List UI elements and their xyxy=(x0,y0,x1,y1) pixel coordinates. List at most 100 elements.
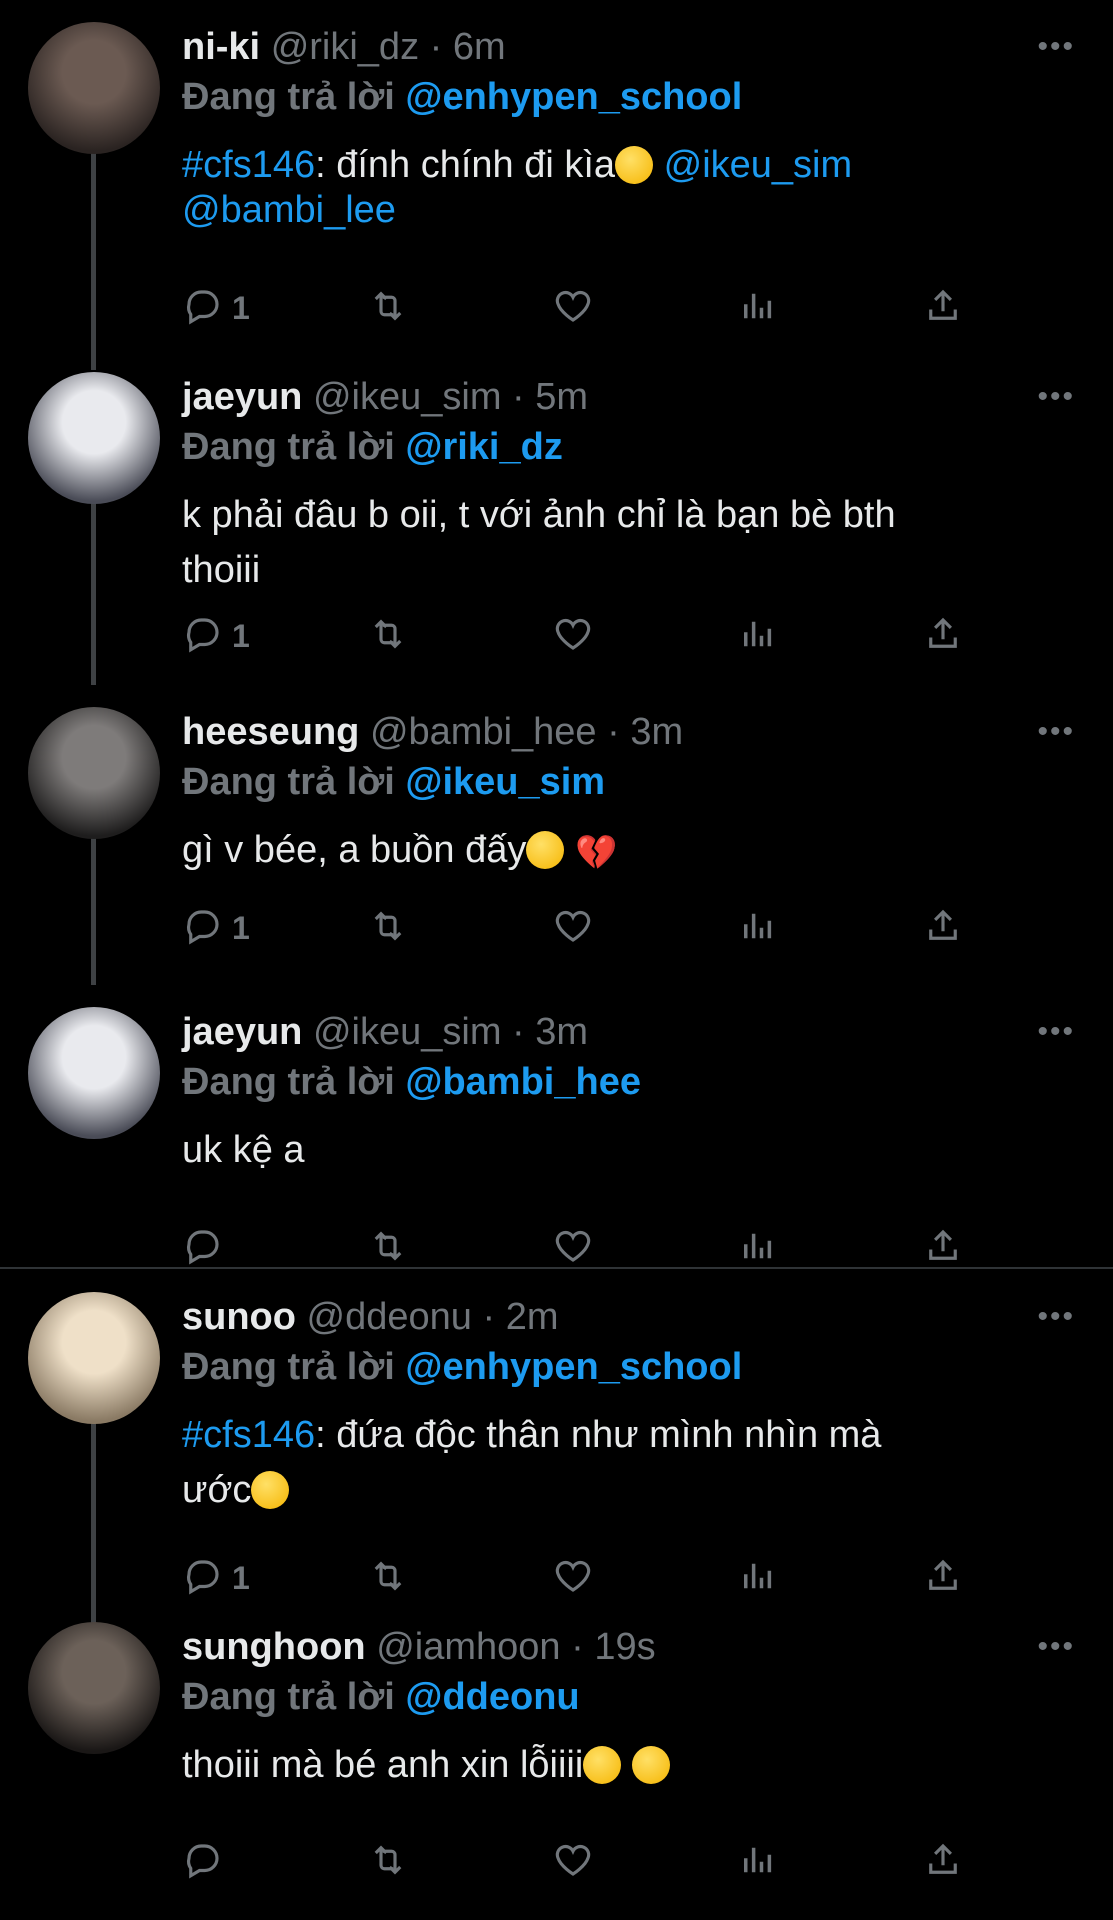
retweet-button[interactable] xyxy=(367,611,409,661)
avatar[interactable] xyxy=(28,1007,160,1139)
tweet-actions xyxy=(182,1837,982,1887)
reply-button[interactable]: 1 xyxy=(182,611,250,661)
retweet-button[interactable] xyxy=(367,1553,409,1603)
thread-connector-line xyxy=(91,1400,96,1630)
retweet-button[interactable] xyxy=(367,1223,409,1273)
more-options-icon[interactable]: ••• xyxy=(1037,1007,1075,1057)
display-name[interactable]: jaeyun xyxy=(182,376,302,418)
tweet-header: sunoo @ddeonu · 2m xyxy=(182,1292,559,1342)
thread-connector-line xyxy=(91,128,96,370)
reply-button[interactable]: 1 xyxy=(182,1553,250,1603)
heart-icon xyxy=(552,613,594,660)
reply-button[interactable]: 1 xyxy=(182,903,250,953)
display-name[interactable]: ni-ki xyxy=(182,26,260,68)
share-button[interactable] xyxy=(922,283,964,333)
avatar[interactable] xyxy=(28,707,160,839)
reply-button[interactable] xyxy=(182,1837,224,1887)
retweet-icon xyxy=(367,1225,409,1272)
timestamp[interactable]: 19s xyxy=(594,1626,655,1668)
more-options-icon[interactable]: ••• xyxy=(1037,707,1075,757)
mention-link[interactable]: @bambi_lee xyxy=(182,189,396,231)
thread-divider xyxy=(0,1267,1113,1269)
views-icon xyxy=(737,1839,779,1886)
tweet-text-line: uk kệ a xyxy=(182,1123,1042,1178)
like-button[interactable] xyxy=(552,903,594,953)
tweet-text-line: thoiii xyxy=(182,543,1042,598)
like-button[interactable] xyxy=(552,1837,594,1887)
replying-to-mention[interactable]: @riki_dz xyxy=(405,426,562,468)
retweet-button[interactable] xyxy=(367,1837,409,1887)
hashtag-link[interactable]: #cfs146 xyxy=(182,1414,315,1456)
user-handle[interactable]: @riki_dz xyxy=(271,26,419,68)
like-button[interactable] xyxy=(552,283,594,333)
user-handle[interactable]: @bambi_hee xyxy=(370,711,597,753)
tweet-text-line: k phải đâu b oii, t với ảnh chỉ là bạn b… xyxy=(182,488,1042,543)
mention-link[interactable]: @ikeu_sim xyxy=(664,144,853,186)
avatar[interactable] xyxy=(28,22,160,154)
display-name[interactable]: heeseung xyxy=(182,711,359,753)
views-button[interactable] xyxy=(737,283,779,333)
display-name[interactable]: sunoo xyxy=(182,1296,296,1338)
like-button[interactable] xyxy=(552,1223,594,1273)
reply-button[interactable]: 1 xyxy=(182,283,250,333)
views-icon xyxy=(737,613,779,660)
more-options-icon[interactable]: ••• xyxy=(1037,22,1075,72)
tweet-text-line: ước xyxy=(182,1463,1042,1518)
replying-to-mention[interactable]: @ikeu_sim xyxy=(405,761,605,803)
tweet-text: uk kệ a xyxy=(182,1123,1042,1178)
views-button[interactable] xyxy=(737,903,779,953)
user-handle[interactable]: @iamhoon xyxy=(376,1626,560,1668)
retweet-icon xyxy=(367,1555,409,1602)
display-name[interactable]: sunghoon xyxy=(182,1626,366,1668)
share-button[interactable] xyxy=(922,903,964,953)
separator-dot: · xyxy=(501,376,536,418)
replying-to-mention[interactable]: @bambi_hee xyxy=(405,1061,641,1103)
more-options-icon[interactable]: ••• xyxy=(1037,372,1075,422)
views-button[interactable] xyxy=(737,1553,779,1603)
replying-to-label: Đang trả lời xyxy=(182,426,406,468)
replying-to-mention[interactable]: @enhypen_school xyxy=(405,76,742,118)
replying-to-label: Đang trả lời xyxy=(182,1346,406,1388)
timestamp[interactable]: 6m xyxy=(453,26,506,68)
replying-to-label: Đang trả lời xyxy=(182,76,406,118)
separator-dot: · xyxy=(596,711,631,753)
timestamp[interactable]: 2m xyxy=(506,1296,559,1338)
user-handle[interactable]: @ikeu_sim xyxy=(313,376,502,418)
replying-to-mention[interactable]: @enhypen_school xyxy=(405,1346,742,1388)
timestamp[interactable]: 3m xyxy=(535,1011,588,1053)
replying-to-line: Đang trả lời @bambi_hee xyxy=(182,1057,641,1107)
user-handle[interactable]: @ikeu_sim xyxy=(313,1011,502,1053)
retweet-button[interactable] xyxy=(367,903,409,953)
like-button[interactable] xyxy=(552,1553,594,1603)
thread-connector-line xyxy=(91,815,96,985)
retweet-icon xyxy=(367,613,409,660)
views-button[interactable] xyxy=(737,1837,779,1887)
more-options-icon[interactable]: ••• xyxy=(1037,1292,1075,1342)
reply-button[interactable] xyxy=(182,1223,224,1273)
tweet-text-segment: k phải đâu b oii, t với ảnh chỉ là bạn b… xyxy=(182,494,896,536)
retweet-icon xyxy=(367,1839,409,1886)
user-handle[interactable]: @ddeonu xyxy=(307,1296,472,1338)
avatar[interactable] xyxy=(28,372,160,504)
share-button[interactable] xyxy=(922,1223,964,1273)
display-name[interactable]: jaeyun xyxy=(182,1011,302,1053)
avatar[interactable] xyxy=(28,1292,160,1424)
views-button[interactable] xyxy=(737,611,779,661)
tweet-header: heeseung @bambi_hee · 3m xyxy=(182,707,683,757)
more-options-icon[interactable]: ••• xyxy=(1037,1622,1075,1672)
like-button[interactable] xyxy=(552,611,594,661)
tweet-actions: 1 xyxy=(182,903,982,953)
tweet-text-segment xyxy=(564,829,575,871)
replying-to-mention[interactable]: @ddeonu xyxy=(405,1676,579,1718)
timestamp[interactable]: 3m xyxy=(630,711,683,753)
views-button[interactable] xyxy=(737,1223,779,1273)
retweet-button[interactable] xyxy=(367,283,409,333)
timestamp[interactable]: 5m xyxy=(535,376,588,418)
avatar[interactable] xyxy=(28,1622,160,1754)
share-button[interactable] xyxy=(922,1837,964,1887)
share-button[interactable] xyxy=(922,1553,964,1603)
sob-face-emoji xyxy=(631,1746,670,1784)
share-button[interactable] xyxy=(922,611,964,661)
tweet-text-segment: thoiii mà bé anh xin lỗiiii xyxy=(182,1744,584,1786)
hashtag-link[interactable]: #cfs146 xyxy=(182,144,315,186)
